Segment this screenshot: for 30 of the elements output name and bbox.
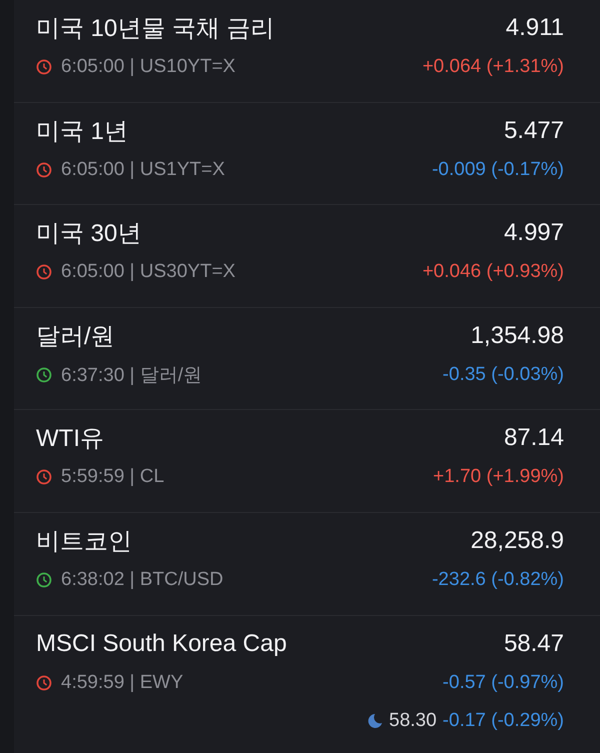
- price-change: +1.70 (+1.99%): [433, 466, 564, 488]
- update-time-symbol: 4:59:59 | EWY: [61, 672, 184, 694]
- update-time-symbol: 6:37:30 | 달러/원: [61, 364, 202, 388]
- price: 4.997: [504, 219, 564, 248]
- update-time-symbol: 6:05:00 | US10YT=X: [61, 56, 236, 78]
- price-change: -0.35 (-0.03%): [442, 364, 564, 386]
- after-hours-price: 58.30: [389, 710, 437, 732]
- instrument-name: 미국 30년: [36, 219, 142, 250]
- instrument-name: MSCI South Korea Cap: [36, 630, 287, 658]
- instrument-name: WTI유: [36, 424, 104, 454]
- price: 4.911: [506, 14, 564, 42]
- update-time-symbol: 5:59:59 | CL: [61, 466, 164, 488]
- price: 28,258.9: [470, 526, 564, 555]
- instrument-name: 미국 1년: [36, 116, 128, 147]
- price-change: -232.6 (-0.82%): [432, 568, 564, 591]
- after-hours-change: -0.17 (-0.29%): [442, 710, 564, 732]
- update-time-symbol: 6:05:00 | US30YT=X: [61, 261, 236, 284]
- update-time-symbol: 6:38:02 | BTC/USD: [61, 568, 224, 591]
- instrument-name: 미국 10년물 국채 금리: [36, 14, 275, 44]
- update-time-symbol: 6:05:00 | US1YT=X: [61, 158, 225, 181]
- instrument-name: 비트코인: [36, 526, 132, 557]
- price: 1,354.98: [470, 322, 564, 350]
- price: 58.47: [504, 630, 564, 658]
- instrument-name: 달러/원: [36, 322, 115, 352]
- price: 87.14: [504, 424, 564, 452]
- price: 5.477: [504, 116, 564, 145]
- price-change: -0.57 (-0.97%): [442, 672, 564, 694]
- price-change: +0.064 (+1.31%): [422, 56, 564, 78]
- price-change: -0.009 (-0.17%): [432, 158, 564, 181]
- price-change: +0.046 (+0.93%): [422, 261, 564, 284]
